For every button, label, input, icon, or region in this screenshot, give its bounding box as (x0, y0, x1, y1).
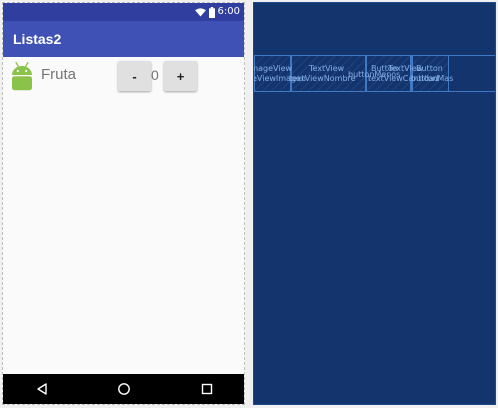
design-preview: 6:00 Listas2 Fruta - 0 + (2, 2, 245, 405)
blueprint-label-type: Button (416, 64, 443, 73)
blueprint-view: ImageView TextView Button TextView Butto… (253, 2, 496, 405)
navigation-bar (3, 374, 244, 404)
item-count: 0 (151, 67, 159, 83)
blueprint-label-id: buttonMas (411, 74, 454, 83)
decrement-button[interactable]: - (118, 61, 151, 91)
status-bar: 6:00 (3, 3, 244, 21)
home-icon[interactable] (117, 382, 131, 396)
list-item[interactable]: Fruta - 0 + (3, 59, 244, 95)
blueprint-label-id: textViewNombre (289, 74, 356, 83)
app-title: Listas2 (13, 31, 62, 47)
item-name: Fruta (41, 66, 77, 83)
blueprint-label-type: ImageView (254, 64, 293, 73)
blueprint-label-type: TextView (309, 64, 345, 73)
app-bar: Listas2 (3, 21, 244, 57)
increment-button[interactable]: + (164, 61, 197, 91)
status-time: 6:00 (217, 6, 240, 17)
battery-icon (208, 6, 215, 18)
wifi-icon (194, 7, 206, 17)
back-icon[interactable] (35, 382, 49, 396)
recents-icon[interactable] (200, 382, 214, 396)
android-icon (12, 61, 32, 91)
